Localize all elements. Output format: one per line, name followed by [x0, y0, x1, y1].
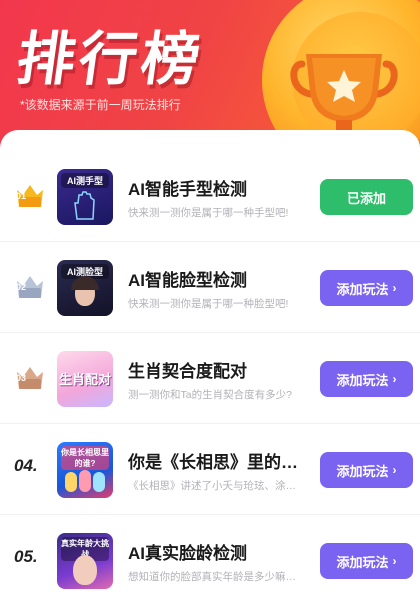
- item-title: AI智能脸型检测: [128, 271, 247, 290]
- button-label: 已添加: [346, 190, 386, 206]
- hand-icon: [74, 191, 95, 220]
- list-item[interactable]: 04. 你是长相思里的谁? 你是《长相思》里的… 《长相思》讲述了小夭与玱玹、涂…: [0, 424, 420, 515]
- item-thumbnail: 你是长相思里的谁?: [57, 442, 113, 498]
- item-title: 你是《长相思》里的…: [128, 453, 298, 472]
- item-description: 快来测一测你是属于哪一种脸型吧!: [128, 298, 289, 310]
- list-item[interactable]: 03 生肖配对 生肖契合度配对 测一测你和Ta的生肖契合度有多少? 添加玩法 ›: [0, 333, 420, 424]
- rank-number: 05.: [14, 547, 38, 566]
- add-gameplay-button[interactable]: 添加玩法 ›: [320, 452, 413, 488]
- thumbnail-label: 生肖配对: [58, 372, 111, 387]
- thumbnail-label: AI测手型: [61, 173, 109, 188]
- item-title: AI智能手型检测: [128, 180, 247, 199]
- item-thumbnail: AI测脸型: [57, 260, 113, 316]
- thumbnail-label: 你是长相思里的谁?: [61, 446, 109, 470]
- item-thumbnail: 真实年龄大挑战: [57, 533, 113, 589]
- chevron-right-icon: ›: [392, 281, 397, 295]
- list-item[interactable]: 05. 真实年龄大挑战 AI真实脸龄检测 想知道你的脸部真实年龄是多少嘛… 添加…: [0, 515, 420, 600]
- item-thumbnail: AI测手型: [57, 169, 113, 225]
- added-button[interactable]: 已添加: [320, 179, 413, 215]
- rank-label: 02: [16, 282, 27, 292]
- figure-graphic: [79, 470, 91, 492]
- page-subtitle: *该数据来源于前一周玩法排行: [20, 98, 181, 112]
- rank-number: 04.: [14, 456, 38, 475]
- page-title: 排行榜: [12, 25, 209, 93]
- rank-label: 01: [16, 191, 27, 201]
- chevron-right-icon: ›: [392, 463, 397, 477]
- button-label: 添加玩法: [336, 281, 389, 297]
- item-description: 《长相思》讲述了小夭与玱玹、涂…: [128, 480, 296, 492]
- add-gameplay-button[interactable]: 添加玩法 ›: [320, 270, 413, 306]
- rank-label: 03: [16, 373, 27, 383]
- list-item[interactable]: 01 AI测手型 AI智能手型检测 快来测一测你是属于哪一种手型吧! 已添加: [0, 151, 420, 242]
- button-label: 添加玩法: [336, 372, 389, 388]
- figure-graphic: [93, 472, 105, 492]
- add-gameplay-button[interactable]: 添加玩法 ›: [320, 543, 413, 579]
- item-title: AI真实脸龄检测: [128, 544, 247, 563]
- item-thumbnail: 生肖配对: [57, 351, 113, 407]
- ranking-list: 01 AI测手型 AI智能手型检测 快来测一测你是属于哪一种手型吧! 已添加 0…: [0, 130, 420, 600]
- add-gameplay-button[interactable]: 添加玩法 ›: [320, 361, 413, 397]
- item-description: 测一测你和Ta的生肖契合度有多少?: [128, 389, 292, 401]
- face-graphic: [73, 555, 97, 585]
- button-label: 添加玩法: [336, 463, 389, 479]
- figure-graphic: [65, 472, 77, 492]
- list-item[interactable]: 02 AI测脸型 AI智能脸型检测 快来测一测你是属于哪一种脸型吧! 添加玩法 …: [0, 242, 420, 333]
- item-description: 想知道你的脸部真实年龄是多少嘛…: [128, 571, 296, 583]
- item-description: 快来测一测你是属于哪一种手型吧!: [128, 207, 289, 219]
- chevron-right-icon: ›: [392, 372, 397, 386]
- chevron-right-icon: ›: [392, 554, 397, 568]
- trophy-icon: [290, 54, 398, 140]
- item-title: 生肖契合度配对: [128, 362, 247, 381]
- button-label: 添加玩法: [336, 554, 389, 570]
